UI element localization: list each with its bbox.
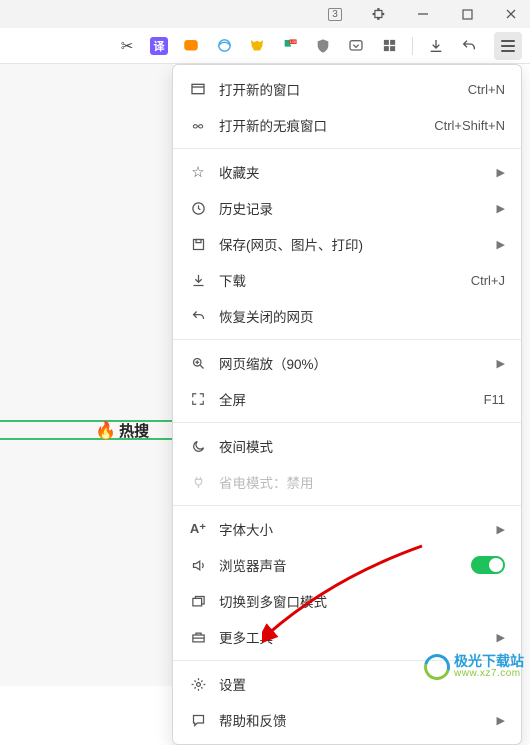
- tab-count-badge: 3: [320, 8, 350, 21]
- translate-icon[interactable]: 译: [150, 37, 168, 55]
- chevron-right-icon: ▶: [497, 166, 505, 179]
- minimize-button[interactable]: [408, 8, 438, 20]
- scissors-icon[interactable]: ✂: [117, 36, 137, 56]
- toolbox-icon: [187, 630, 209, 645]
- font-icon: A⁺: [187, 521, 209, 537]
- menu-zoom[interactable]: 网页缩放（90%） ▶: [173, 345, 521, 381]
- maximize-button[interactable]: [452, 9, 482, 20]
- menu-separator: [173, 505, 521, 506]
- fullscreen-icon: [187, 392, 209, 406]
- svg-text:1.00: 1.00: [290, 40, 297, 44]
- menu-night-mode[interactable]: 夜间模式: [173, 428, 521, 464]
- gamepad-icon[interactable]: [181, 36, 201, 56]
- coupon-icon[interactable]: 1.00: [280, 36, 300, 56]
- hot-search-label[interactable]: 🔥 热搜: [95, 420, 149, 441]
- moon-icon: [187, 439, 209, 454]
- menu-more-tools[interactable]: 更多工具 ▶: [173, 619, 521, 655]
- menu-fullscreen[interactable]: 全屏 F11: [173, 381, 521, 417]
- menu-new-incognito[interactable]: 打开新的无痕窗口 Ctrl+Shift+N: [173, 107, 521, 143]
- main-menu-button[interactable]: [494, 32, 522, 60]
- chevron-right-icon: ▶: [497, 523, 505, 536]
- menu-favorites[interactable]: ☆ 收藏夹 ▶: [173, 154, 521, 190]
- incognito-icon: [187, 117, 209, 133]
- sound-toggle[interactable]: [471, 556, 505, 574]
- watermark-logo-icon: [419, 649, 455, 685]
- browser-toolbar: ✂ 译 1.00: [0, 28, 530, 64]
- undo-icon[interactable]: [459, 36, 479, 56]
- download-icon[interactable]: [426, 36, 446, 56]
- menu-download[interactable]: 下载 Ctrl+J: [173, 262, 521, 298]
- watermark: 极光下载站 www.xz7.com: [424, 654, 524, 680]
- gear-icon: [187, 677, 209, 692]
- plug-icon: [187, 475, 209, 490]
- menu-separator: [173, 339, 521, 340]
- multiwindow-icon: [187, 594, 209, 609]
- chat-icon: [187, 713, 209, 728]
- download-arrow-icon: [187, 273, 209, 288]
- zoom-icon: [187, 356, 209, 371]
- window-titlebar: 3: [0, 0, 530, 28]
- chevron-right-icon: ▶: [497, 357, 505, 370]
- menu-power-saving: 省电模式：禁用: [173, 464, 521, 500]
- menu-new-window[interactable]: 打开新的窗口 Ctrl+N: [173, 71, 521, 107]
- menu-history[interactable]: 历史记录 ▶: [173, 190, 521, 226]
- chevron-right-icon: ▶: [497, 202, 505, 215]
- menu-separator: [173, 148, 521, 149]
- restore-icon: [187, 309, 209, 324]
- flame-icon: 🔥: [95, 421, 116, 441]
- menu-restore-closed[interactable]: 恢复关闭的网页: [173, 298, 521, 334]
- speaker-icon: [187, 558, 209, 573]
- menu-font-size[interactable]: A⁺ 字体大小 ▶: [173, 511, 521, 547]
- chevron-right-icon: ▶: [497, 238, 505, 251]
- shield-icon[interactable]: [313, 36, 333, 56]
- browser-logo-icon[interactable]: [214, 36, 234, 56]
- page-background: [0, 64, 173, 686]
- star-icon: ☆: [187, 163, 209, 181]
- chevron-right-icon: ▶: [497, 714, 505, 727]
- clock-icon: [187, 201, 209, 216]
- window-icon: [187, 81, 209, 97]
- apps-grid-icon[interactable]: [379, 36, 399, 56]
- chevron-right-icon: ▶: [497, 631, 505, 644]
- menu-browser-sound[interactable]: 浏览器声音: [173, 547, 521, 583]
- close-button[interactable]: [496, 8, 526, 20]
- fox-icon[interactable]: [247, 36, 267, 56]
- save-icon: [187, 237, 209, 252]
- menu-multiwindow[interactable]: 切换到多窗口模式: [173, 583, 521, 619]
- menu-help-feedback[interactable]: 帮助和反馈 ▶: [173, 702, 521, 738]
- main-menu-dropdown: 打开新的窗口 Ctrl+N 打开新的无痕窗口 Ctrl+Shift+N ☆ 收藏…: [172, 64, 522, 745]
- extension-icon[interactable]: [364, 7, 394, 21]
- menu-save[interactable]: 保存(网页、图片、打印) ▶: [173, 226, 521, 262]
- menu-separator: [173, 422, 521, 423]
- pocket-icon[interactable]: [346, 36, 366, 56]
